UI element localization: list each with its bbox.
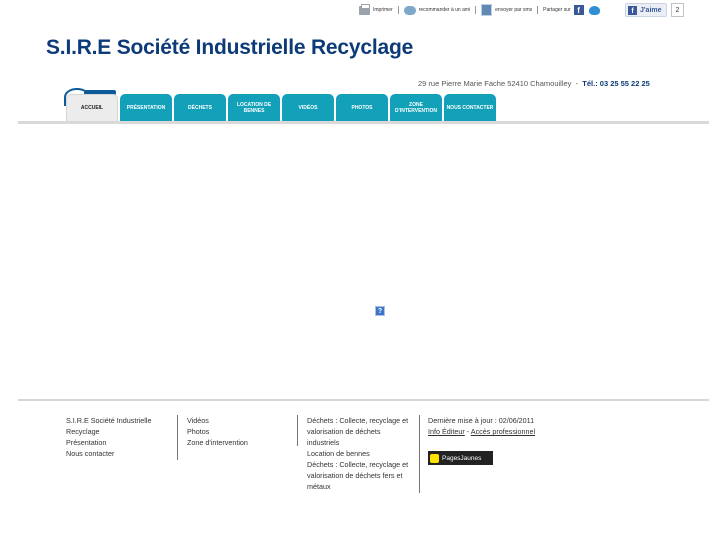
help-icon[interactable]: ? [375,306,385,316]
footer-link[interactable]: Zone d'intervention [187,437,248,448]
footer-separator [419,415,420,493]
twitter-icon[interactable] [588,5,600,15]
tab-photos[interactable]: PHOTOS [336,94,388,121]
footer-separator [177,415,178,460]
share-label: Partager sur [543,7,571,13]
nav-divider [18,121,709,124]
pagesjaunes-badge[interactable]: PagesJaunes [428,451,493,465]
footer-link[interactable]: Déchets : Collecte, recyclage et valoris… [307,415,413,448]
tab-contact[interactable]: NOUS CONTACTER [444,94,496,121]
last-update: Dernière mise à jour : 02/06/2011 [428,416,535,425]
info-editor-link[interactable]: Info Éditeur [428,427,465,436]
like-label: J'aime [640,6,662,14]
tab-zone-intervention[interactable]: ZONE D'INTERVENTION [390,94,442,121]
page-title[interactable]: S.I.R.E Société Industrielle Recyclage [46,36,413,60]
footer-column-4: Dernière mise à jour : 02/06/2011 Info É… [428,415,535,437]
facebook-icon: f [628,5,637,15]
recommend-icon [403,5,416,15]
sms-label: envoyer par sms [495,7,533,13]
footer-link[interactable]: Location de bennes [307,448,413,459]
recommend-label: recommander à un ami [418,7,471,13]
footer-column-1: S.I.R.E Société Industrielle Recyclage P… [66,415,174,459]
recommend-link[interactable]: recommander à un ami [403,5,471,15]
tab-videos[interactable]: VIDÉOS [282,94,334,121]
pagesjaunes-icon [430,453,439,463]
footer-separator [297,415,298,446]
toolbar-divider [475,6,477,14]
footer-link[interactable]: Vidéos [187,415,248,426]
share-toolbar: Imprimer recommander à un ami envoyer pa… [359,3,600,17]
footer-link[interactable]: Nous contacter [66,448,174,459]
tab-location-bennes[interactable]: LOCATION DE BENNES [228,94,280,121]
facebook-icon[interactable]: f [573,5,584,15]
print-icon [359,3,370,15]
pro-access-link[interactable]: Accès professionnel [471,427,535,436]
like-count: 2 [670,3,685,17]
footer-link[interactable]: Déchets : Collecte, recyclage et valoris… [307,459,413,492]
toolbar-divider [397,6,399,14]
facebook-like-widget: f J'aime 2 [625,3,685,17]
footer-link[interactable]: S.I.R.E Société Industrielle Recyclage [66,415,174,437]
tab-presentation[interactable]: PRÉSENTATION [120,94,172,121]
footer-link[interactable]: Photos [187,426,248,437]
tab-dechets[interactable]: DÉCHETS [174,94,226,121]
print-label: Imprimer [373,7,393,13]
footer-column-2: Vidéos Photos Zone d'intervention [187,415,248,448]
sms-link[interactable]: envoyer par sms [481,4,532,16]
footer-column-3: Déchets : Collecte, recyclage et valoris… [307,415,413,492]
footer-link[interactable]: Présentation [66,437,174,448]
toolbar-divider [537,6,539,14]
sms-icon [481,4,493,16]
address-text: 29 rue Pierre Marie Fache 52410 Chamouil… [418,79,572,88]
share-group: Partager sur f [543,5,600,15]
like-button[interactable]: f J'aime [625,3,667,17]
pagesjaunes-label: PagesJaunes [442,454,482,462]
main-nav: ACCUEIL PRÉSENTATION DÉCHETS LOCATION DE… [66,94,496,121]
footer-divider [18,399,709,401]
phone-number: Tél.: 03 25 55 22 25 [582,79,650,88]
print-link[interactable]: Imprimer [359,3,393,15]
footer-dash: - [466,427,470,436]
contact-line: 29 rue Pierre Marie Fache 52410 Chamouil… [418,79,650,88]
tab-accueil[interactable]: ACCUEIL [66,94,118,121]
